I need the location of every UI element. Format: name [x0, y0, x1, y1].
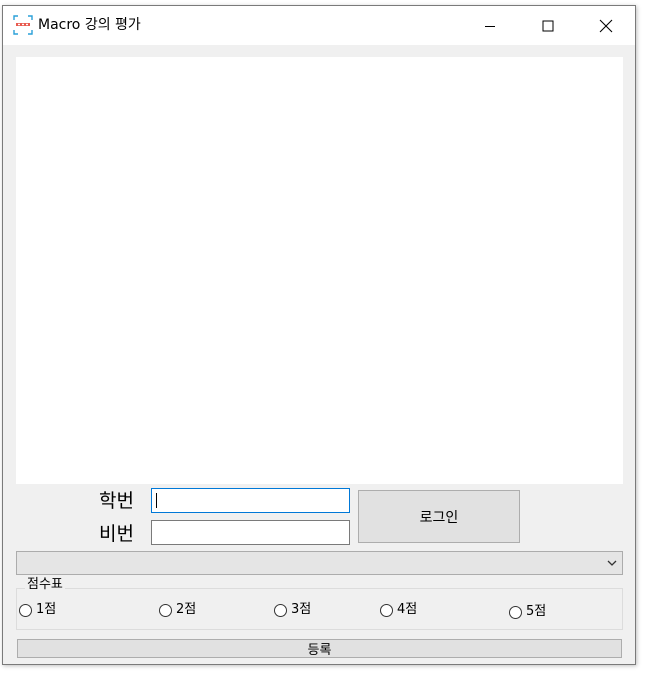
maximize-button[interactable] [519, 6, 577, 45]
minimize-icon [485, 25, 495, 27]
password-input[interactable] [151, 520, 350, 545]
score-group-legend: 점수표 [25, 576, 65, 594]
text-caret [156, 493, 157, 508]
chevron-down-icon [607, 560, 617, 566]
password-label: 비번 [99, 523, 134, 545]
student-id-input[interactable] [151, 488, 350, 513]
score-radio-2[interactable]: 2점 [159, 602, 196, 618]
maximize-icon [542, 20, 554, 31]
submit-button[interactable]: 등록 [17, 639, 622, 658]
score-radio-label: 3점 [291, 602, 312, 617]
score-radio-label: 5점 [526, 604, 547, 619]
score-radio-label: 2점 [176, 602, 197, 617]
score-radio-label: 4점 [397, 602, 418, 617]
main-window: Macro 강의 평가 학번 비번 로그인 점수표 1점 2점 3점 4점 5점… [2, 5, 636, 665]
radio-circle [509, 605, 522, 619]
login-button[interactable]: 로그인 [358, 490, 520, 543]
window-title: Macro 강의 평가 [38, 17, 141, 33]
score-radio-3[interactable]: 3점 [274, 602, 311, 618]
app-icon [13, 15, 33, 35]
score-radio-5[interactable]: 5점 [509, 604, 546, 620]
score-radio-label: 1점 [36, 602, 57, 617]
radio-circle [380, 603, 393, 617]
score-radio-1[interactable]: 1점 [19, 602, 56, 618]
radio-circle [159, 603, 172, 617]
student-id-label: 학번 [99, 490, 134, 512]
web-view-area[interactable] [16, 57, 623, 484]
score-radio-4[interactable]: 4점 [380, 602, 417, 618]
course-select[interactable] [16, 551, 623, 575]
minimize-button[interactable] [461, 6, 519, 45]
radio-circle [19, 603, 32, 617]
title-bar: Macro 강의 평가 [3, 6, 635, 45]
close-icon [599, 19, 613, 32]
close-button[interactable] [577, 6, 635, 45]
radio-circle [274, 603, 287, 617]
